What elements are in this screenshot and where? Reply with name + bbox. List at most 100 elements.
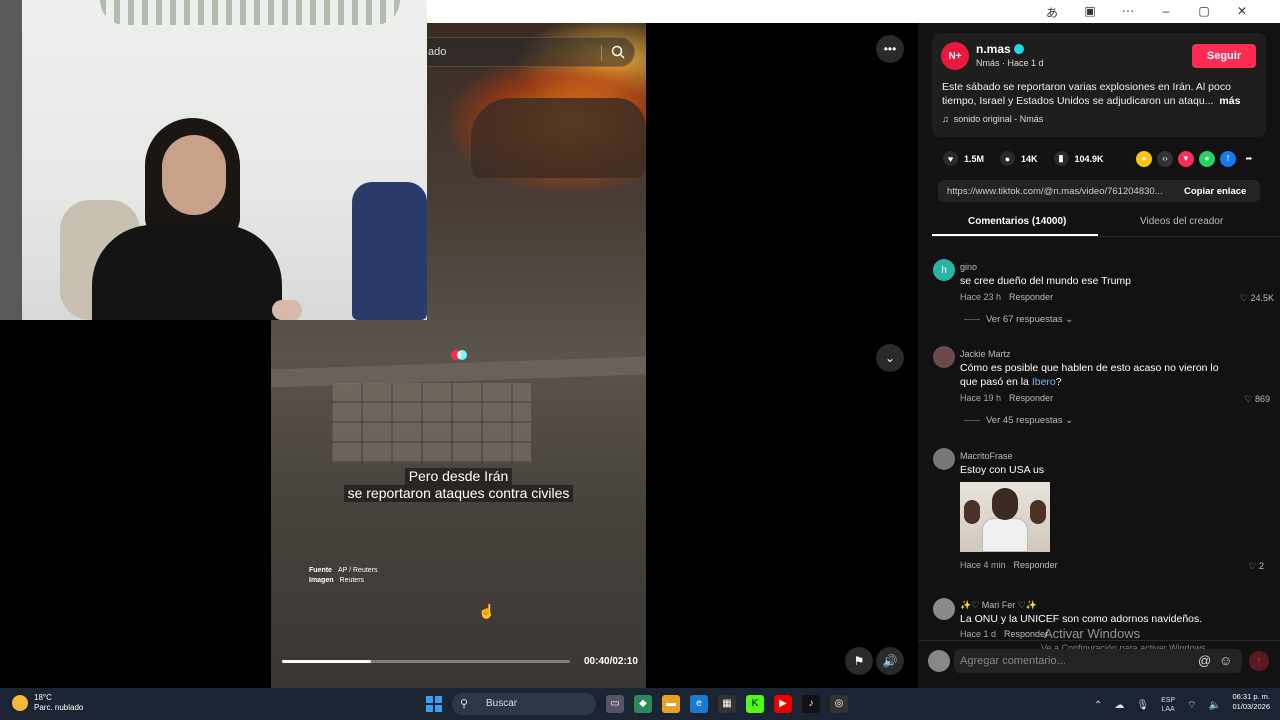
- tab-comments[interactable]: Comentarios (14000): [968, 216, 1066, 227]
- account-name-text[interactable]: n.mas: [976, 42, 1011, 56]
- chrome-icon[interactable]: ◎: [830, 695, 848, 713]
- weather-widget[interactable]: 18°C Parc. nublado: [12, 693, 83, 713]
- report-button[interactable]: ⚑: [845, 647, 873, 675]
- tiktok-icon[interactable]: ♪: [802, 695, 820, 713]
- windows-logo-icon: [435, 696, 442, 703]
- caption-line-1: Pero desde Irán: [404, 468, 513, 485]
- mention-icon[interactable]: @: [1198, 653, 1211, 668]
- hashtag-link[interactable]: Ibero: [1032, 376, 1056, 388]
- view-replies-label[interactable]: Ver 45 respuestas: [986, 415, 1063, 426]
- taskbar-search[interactable]: ⚲ Buscar: [452, 693, 596, 715]
- volume-button[interactable]: 🔊: [876, 647, 904, 675]
- save-button[interactable]: ▮ 104.9K: [1053, 151, 1104, 166]
- video-progress-bar[interactable]: [282, 660, 570, 663]
- comment-avatar[interactable]: [933, 346, 955, 368]
- view-replies-button[interactable]: Ver 67 respuestas ⌄: [964, 314, 1073, 325]
- comment-username[interactable]: MacritoFrase: [960, 451, 1013, 461]
- comment-image[interactable]: [960, 482, 1050, 552]
- edge-icon[interactable]: e: [690, 695, 708, 713]
- coin-icon[interactable]: ●: [1136, 151, 1152, 167]
- windows-logo-icon: [426, 696, 433, 703]
- youtube-icon[interactable]: ▶: [774, 695, 792, 713]
- progress-fill: [282, 660, 372, 663]
- weather-desc: Parc. nublado: [34, 703, 84, 712]
- comment-like[interactable]: ♡ 2: [1214, 561, 1264, 572]
- follow-button[interactable]: Seguir: [1192, 44, 1256, 68]
- arrow-up-icon: ↑: [1256, 655, 1262, 667]
- account-name[interactable]: n.mas: [976, 42, 1024, 56]
- sound-name[interactable]: sonido original - Nmás: [954, 114, 1044, 124]
- facebook-icon[interactable]: f: [1220, 151, 1236, 167]
- close-icon[interactable]: ✕: [1234, 4, 1250, 21]
- more-options-button[interactable]: •••: [876, 35, 904, 63]
- minimize-icon[interactable]: –: [1158, 4, 1174, 21]
- meme-hand-left: [964, 500, 980, 524]
- blue-chair: [352, 182, 427, 320]
- comment-like[interactable]: ♡ 24.5K: [1224, 293, 1274, 304]
- reply-button[interactable]: Responder: [1009, 292, 1053, 302]
- account-avatar[interactable]: N+: [941, 42, 969, 70]
- meme-hand-right: [1030, 500, 1046, 524]
- tab-creator-videos[interactable]: Videos del creador: [1140, 216, 1223, 227]
- search-icon[interactable]: [610, 44, 626, 60]
- widgets-icon[interactable]: ◆: [634, 695, 652, 713]
- wifi-icon[interactable]: ⌔: [1187, 699, 1196, 712]
- search-input[interactable]: ado: [428, 46, 446, 58]
- whatsapp-icon[interactable]: ●: [1199, 151, 1215, 167]
- webcam-overlay: [0, 0, 427, 320]
- post-link-url[interactable]: https://www.tiktok.com/@n.mas/video/7612…: [947, 186, 1172, 197]
- comment-text: se cree dueño del mundo ese Trump: [960, 275, 1132, 287]
- weather-temp: 18°C: [34, 693, 52, 702]
- more-icon[interactable]: ⋯: [1120, 4, 1136, 21]
- sound-link[interactable]: ♫ sonido original - Nmás: [942, 114, 1043, 124]
- send-comment-button[interactable]: ↑: [1249, 651, 1269, 671]
- maximize-icon[interactable]: ▢: [1196, 4, 1212, 21]
- chevron-up-icon[interactable]: ⌃: [1094, 700, 1102, 711]
- comment-avatar[interactable]: [933, 598, 955, 620]
- translate-icon[interactable]: あ: [1044, 4, 1060, 21]
- clock[interactable]: 06:31 p. m. 01/03/2026: [1222, 692, 1270, 712]
- comment-username[interactable]: ✨♡ Mari Fer ♡✨: [960, 600, 1037, 611]
- like-button[interactable]: ♥ 1.5M: [943, 151, 984, 166]
- search-bar[interactable]: ado: [400, 37, 635, 67]
- reader-icon[interactable]: ▣: [1082, 4, 1098, 21]
- replies-line: [964, 318, 980, 320]
- copy-link-button[interactable]: Copiar enlace: [1184, 186, 1246, 197]
- file-explorer-icon[interactable]: ▬: [662, 695, 680, 713]
- user-avatar[interactable]: [928, 650, 950, 672]
- kick-icon[interactable]: K: [746, 695, 764, 713]
- reply-button[interactable]: Responder: [1009, 393, 1053, 403]
- reply-button[interactable]: Responder: [1014, 560, 1058, 570]
- view-replies-label[interactable]: Ver 67 respuestas: [986, 314, 1063, 325]
- store-icon[interactable]: ▦: [718, 695, 736, 713]
- more-link[interactable]: más: [1219, 95, 1240, 107]
- comment-meta: Hace 23 h Responder: [960, 292, 1053, 302]
- speaker-icon[interactable]: 🔈: [1209, 700, 1221, 711]
- reply-button[interactable]: Responder: [1004, 629, 1048, 639]
- clock-time: 06:31 p. m.: [1232, 692, 1270, 701]
- start-button[interactable]: [426, 696, 442, 712]
- task-view-icon[interactable]: ▭: [606, 695, 624, 713]
- comment-text: Cómo es posible que hablen de esto acaso…: [960, 361, 1220, 389]
- comment-username[interactable]: Jackie Martz: [960, 349, 1011, 359]
- hand-cursor-icon: ☝: [478, 603, 496, 619]
- comment-avatar[interactable]: [933, 448, 955, 470]
- person-hand: [272, 300, 302, 320]
- language-indicator[interactable]: ESP LAA: [1161, 696, 1175, 714]
- send-icon[interactable]: ▼: [1178, 151, 1194, 167]
- comment-like[interactable]: ♡ 869: [1220, 394, 1270, 405]
- person-face: [162, 135, 226, 215]
- comment-like-count: 869: [1254, 394, 1270, 404]
- caption-line-2: se reportaron ataques contra civiles: [343, 485, 574, 502]
- embed-icon[interactable]: ‹›: [1157, 151, 1173, 167]
- microphone-icon[interactable]: 🎙: [1136, 700, 1149, 711]
- view-replies-button[interactable]: Ver 45 respuestas ⌄: [964, 415, 1073, 426]
- comment-avatar[interactable]: h: [933, 259, 955, 281]
- comment-username[interactable]: gino: [960, 262, 977, 272]
- next-video-button[interactable]: ⌄: [876, 344, 904, 372]
- comment-button[interactable]: ● 14K: [1000, 151, 1038, 166]
- share-arrow-icon[interactable]: ➦: [1241, 151, 1257, 167]
- weather-text: 18°C Parc. nublado: [34, 693, 83, 713]
- cloud-icon[interactable]: ☁: [1114, 700, 1124, 711]
- emoji-icon[interactable]: ☺: [1219, 653, 1232, 668]
